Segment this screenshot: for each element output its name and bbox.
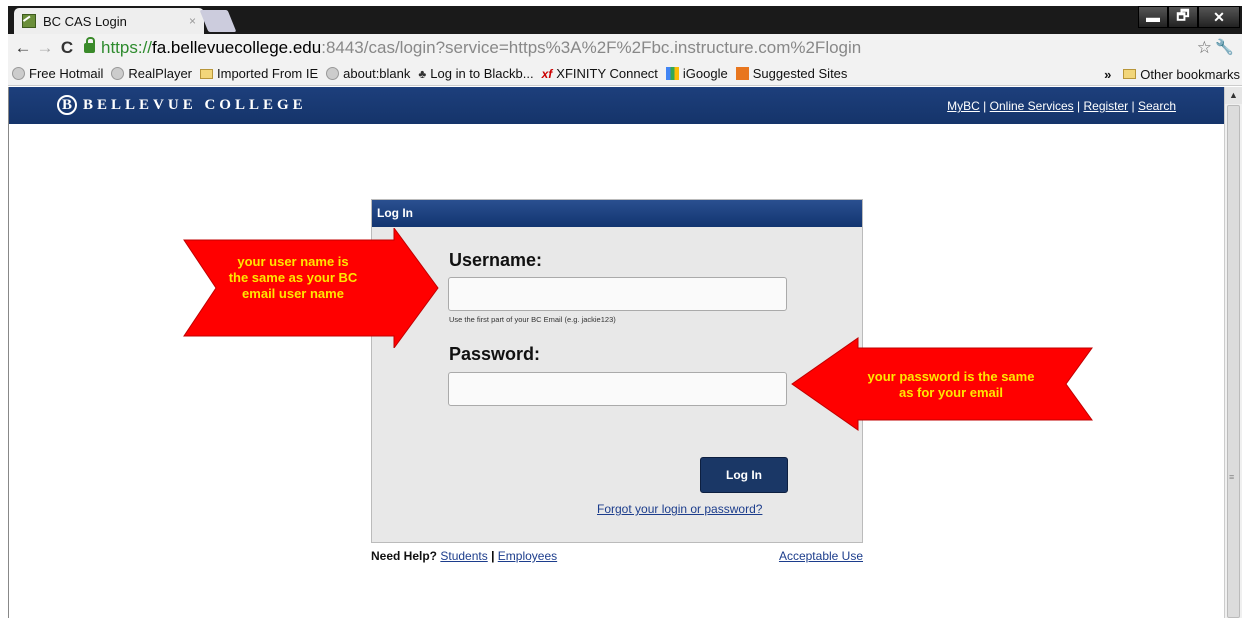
bookmarks-bar: Free Hotmail RealPlayer Imported From IE… <box>8 62 1242 86</box>
new-tab-button[interactable] <box>199 10 237 32</box>
link-online-services[interactable]: Online Services <box>990 99 1074 113</box>
address-bar[interactable]: https://fa.bellevuecollege.edu:8443/cas/… <box>84 37 862 58</box>
bookmark-label: Free Hotmail <box>29 66 104 81</box>
bookmarks-right: » Other bookmarks <box>1104 62 1240 86</box>
bookmark-star-icon[interactable]: ☆ <box>1197 38 1212 58</box>
username-input[interactable] <box>448 277 787 311</box>
help-links: Need Help? Students | Employees Acceptab… <box>371 549 863 563</box>
suggested-icon <box>735 67 749 80</box>
vertical-scrollbar[interactable]: ▲ ≡ <box>1224 87 1242 618</box>
navigation-bar: ← → C https://fa.bellevuecollege.edu:844… <box>8 34 1242 62</box>
bookmark-label: iGoogle <box>682 66 728 81</box>
bookmark-realplayer[interactable]: RealPlayer <box>111 66 192 81</box>
acceptable-use-link[interactable]: Acceptable Use <box>779 549 863 563</box>
scroll-up-icon[interactable]: ▲ <box>1225 87 1242 104</box>
site-header: B BELLEVUE COLLEGE MyBC | Online Service… <box>9 87 1224 124</box>
globe-icon <box>12 67 25 80</box>
bookmark-label: Suggested Sites <box>752 66 848 81</box>
minimize-button[interactable]: ▬ <box>1138 6 1168 28</box>
window-controls: ▬ 🗗 ✕ <box>1138 6 1240 28</box>
title-bar: BC CAS Login × ▬ 🗗 ✕ <box>8 6 1242 34</box>
reload-icon[interactable]: C <box>56 38 78 58</box>
bookmark-label: about:blank <box>343 66 411 81</box>
folder-icon <box>1123 69 1137 79</box>
tab-close-icon[interactable]: × <box>189 14 196 28</box>
logo-b-icon: B <box>57 95 77 115</box>
link-register[interactable]: Register <box>1083 99 1128 113</box>
close-window-button[interactable]: ✕ <box>1198 6 1240 28</box>
folder-icon <box>200 68 214 79</box>
left-annotation-text: your user name is the same as your BC em… <box>228 254 358 301</box>
site-top-links: MyBC | Online Services | Register | Sear… <box>947 99 1176 113</box>
tab-title: BC CAS Login <box>43 13 127 29</box>
bookmark-about-blank[interactable]: about:blank <box>326 66 410 81</box>
forward-arrow-icon[interactable]: → <box>34 38 56 58</box>
scroll-grip-icon: ≡ <box>1229 472 1235 482</box>
link-separator: | <box>1073 99 1084 113</box>
globe-icon <box>326 67 340 80</box>
lock-icon <box>84 37 95 53</box>
password-input[interactable] <box>448 372 787 406</box>
globe-icon <box>111 67 125 80</box>
scrollbar-thumb[interactable] <box>1227 105 1240 618</box>
link-separator: | <box>979 99 990 113</box>
bookmark-imported-from-ie[interactable]: Imported From IE <box>200 66 318 81</box>
help-separator: | <box>487 549 498 563</box>
favicon-icon <box>22 14 36 28</box>
students-link[interactable]: Students <box>440 549 487 563</box>
link-mybc[interactable]: MyBC <box>947 99 980 113</box>
password-label: Password: <box>449 344 541 364</box>
wrench-icon[interactable]: 🔧 <box>1215 38 1234 56</box>
browser-window: BC CAS Login × ▬ 🗗 ✕ ← → C https://fa.be… <box>8 6 1242 618</box>
bookmark-label: Log in to Blackb... <box>430 66 534 81</box>
bookmark-xfinity[interactable]: xf XFINITY Connect <box>542 66 658 81</box>
need-help-label: Need Help? <box>371 549 438 563</box>
bookmark-free-hotmail[interactable]: Free Hotmail <box>12 66 103 81</box>
bookmark-igoogle[interactable]: iGoogle <box>665 66 728 81</box>
browser-tab[interactable]: BC CAS Login × <box>14 8 204 34</box>
link-search[interactable]: Search <box>1138 99 1176 113</box>
site-name: BELLEVUE COLLEGE <box>83 96 307 113</box>
other-bookmarks[interactable]: Other bookmarks <box>1140 67 1240 82</box>
url-host: fa.bellevuecollege.edu <box>152 38 322 57</box>
employees-link[interactable]: Employees <box>498 549 557 563</box>
bookmark-suggested-sites[interactable]: Suggested Sites <box>735 66 848 81</box>
bookmarks-overflow-button[interactable]: » <box>1104 67 1111 82</box>
igoogle-icon <box>665 67 679 80</box>
link-separator: | <box>1128 99 1138 113</box>
restore-button[interactable]: 🗗 <box>1168 6 1198 28</box>
right-annotation-text: your password is the same as for your em… <box>867 369 1035 400</box>
back-arrow-icon[interactable]: ← <box>12 38 34 58</box>
forgot-password-link[interactable]: Forgot your login or password? <box>597 502 762 516</box>
person-icon: ♣ <box>418 67 427 81</box>
login-header: Log In <box>372 200 862 227</box>
url-path: :8443/cas/login?service=https%3A%2F%2Fbc… <box>321 38 862 57</box>
username-hint: Use the first part of your BC Email (e.g… <box>449 315 616 324</box>
bookmark-label: Imported From IE <box>217 66 319 81</box>
url-scheme: https:// <box>101 38 153 57</box>
site-logo[interactable]: B BELLEVUE COLLEGE <box>57 95 307 115</box>
xfinity-icon: xf <box>541 67 553 81</box>
bookmark-label: XFINITY Connect <box>556 66 658 81</box>
bookmark-label: RealPlayer <box>128 66 193 81</box>
username-label: Username: <box>449 250 543 270</box>
bookmark-blackboard[interactable]: ♣ Log in to Blackb... <box>418 66 533 81</box>
login-button[interactable]: Log In <box>700 457 788 493</box>
